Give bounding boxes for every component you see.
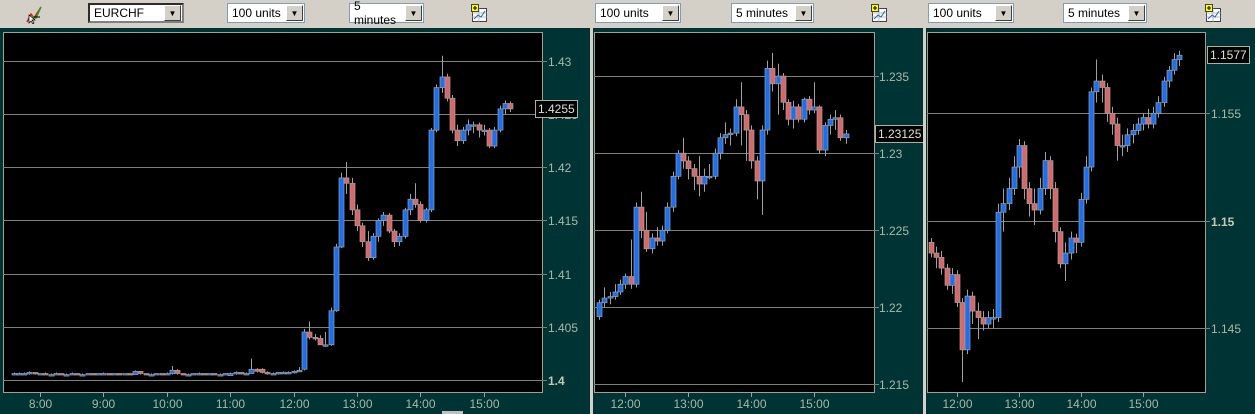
candle-body bbox=[964, 295, 971, 351]
candle-body bbox=[1119, 145, 1126, 148]
candle-body bbox=[1176, 54, 1183, 60]
candle-body bbox=[1026, 188, 1033, 204]
candle bbox=[1057, 227, 1064, 269]
candle-body bbox=[1052, 188, 1059, 232]
candle-body bbox=[1171, 59, 1178, 71]
candle-body bbox=[985, 317, 992, 325]
chart-plot bbox=[927, 32, 1210, 397]
candle-body bbox=[1161, 80, 1168, 103]
candle-body bbox=[1047, 160, 1054, 189]
candle-body bbox=[933, 252, 940, 258]
candle-body bbox=[1109, 112, 1116, 125]
x-tick-label: 12:00 bbox=[942, 397, 973, 411]
candle-body bbox=[1114, 123, 1121, 146]
candle-body bbox=[938, 257, 945, 269]
candle-body bbox=[1062, 252, 1069, 265]
candle bbox=[1161, 76, 1168, 107]
candle-body bbox=[1042, 160, 1049, 189]
candle-body bbox=[1099, 80, 1106, 88]
x-tick-label: 14:00 bbox=[1066, 397, 1097, 411]
candle-body bbox=[944, 267, 951, 286]
candle-body bbox=[1130, 130, 1137, 136]
candle-body bbox=[1124, 134, 1131, 146]
candle-body bbox=[1155, 102, 1162, 114]
candle-body bbox=[990, 317, 997, 320]
y-tick-label: 1.155 bbox=[1211, 106, 1242, 121]
candle-body bbox=[928, 241, 935, 254]
candle-body bbox=[1145, 117, 1152, 125]
y-tick-label: 1.15 bbox=[1211, 214, 1235, 229]
candle-body bbox=[1078, 198, 1085, 243]
candle-body bbox=[959, 302, 966, 351]
candle-body bbox=[1016, 145, 1023, 168]
candle bbox=[964, 289, 971, 355]
candle-body bbox=[969, 295, 976, 312]
candle-body bbox=[1093, 80, 1100, 93]
candle-body bbox=[1021, 145, 1028, 189]
candle-body bbox=[975, 310, 982, 318]
candle-body bbox=[1104, 87, 1111, 114]
candle-body bbox=[980, 317, 987, 325]
candle-body bbox=[1140, 117, 1147, 125]
candle-body bbox=[954, 274, 961, 303]
candle-body bbox=[1166, 69, 1173, 82]
candle-body bbox=[949, 274, 956, 286]
panel-divider[interactable] bbox=[590, 0, 593, 414]
x-tick-label: 13:00 bbox=[1004, 397, 1035, 411]
last-price-label: 1.1577 bbox=[1207, 46, 1250, 65]
candle-body bbox=[1150, 112, 1157, 125]
candle-body bbox=[1037, 188, 1044, 211]
candle-body bbox=[1006, 188, 1013, 204]
chart-panel-3[interactable]: 1.145 1.15 1.155 12:00 13:00 14:00 15:00 1.1577 bbox=[926, 28, 1255, 414]
candle-body bbox=[1135, 123, 1142, 131]
candle-body bbox=[1088, 91, 1095, 168]
candle-body bbox=[1073, 237, 1080, 243]
candle-body bbox=[1000, 203, 1007, 213]
candle bbox=[1088, 87, 1095, 172]
candle-body bbox=[1011, 166, 1018, 189]
candle-body bbox=[1068, 237, 1075, 254]
candle-body bbox=[995, 211, 1002, 318]
candle-body bbox=[1057, 231, 1064, 265]
panel-divider[interactable] bbox=[923, 0, 926, 414]
candle-body bbox=[1083, 166, 1090, 200]
candle bbox=[954, 270, 961, 307]
candle bbox=[995, 203, 1002, 322]
y-tick-label: 1.145 bbox=[1211, 321, 1242, 336]
x-tick-label: 15:00 bbox=[1128, 397, 1159, 411]
candle-body bbox=[1031, 203, 1038, 211]
candle bbox=[1078, 192, 1085, 247]
